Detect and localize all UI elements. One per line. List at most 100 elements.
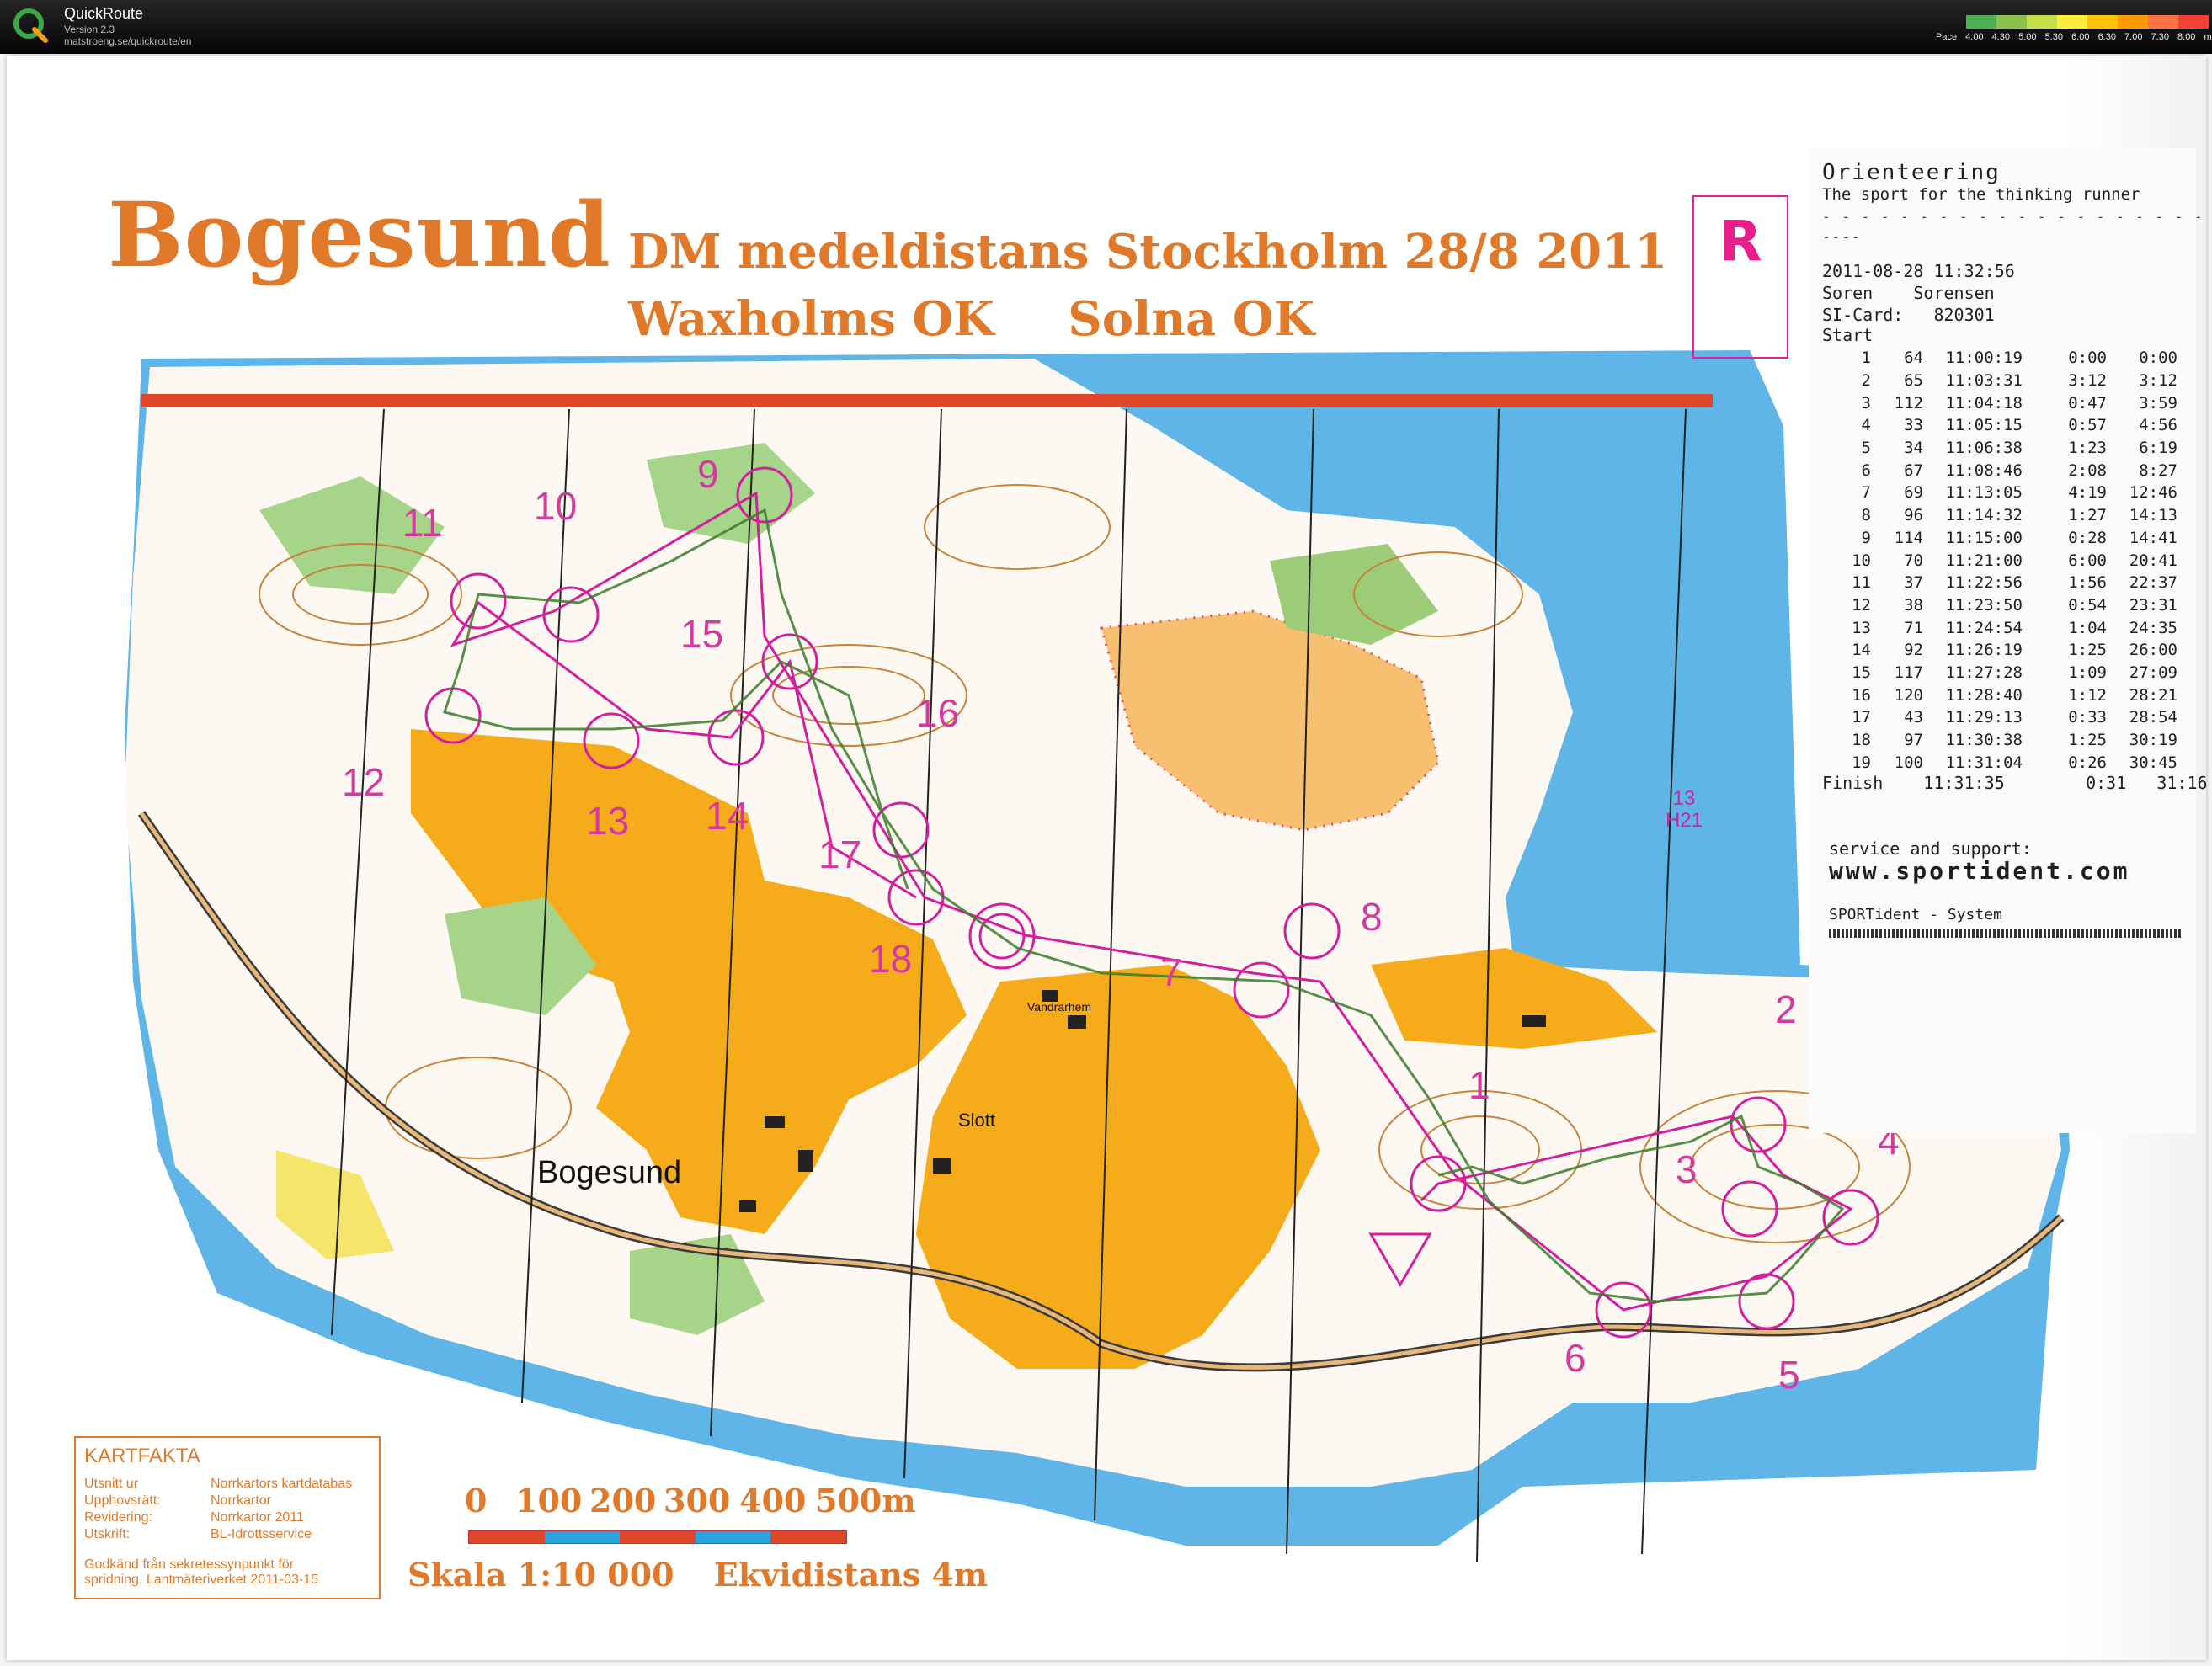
split-cell-split: 1:27	[2068, 506, 2107, 525]
split-cell-n: 13	[1852, 618, 1871, 637]
scale-label: 500m	[815, 1482, 916, 1520]
split-cell-code: 71	[1904, 618, 1923, 637]
split-cell-code: 37	[1904, 573, 1923, 593]
split-cell-n: 2	[1861, 371, 1871, 391]
split-cell-code: 65	[1904, 371, 1923, 391]
control-number: 3	[1676, 1147, 1698, 1191]
split-cell-code: 34	[1904, 439, 1923, 458]
pace-tick: 5.30	[2044, 32, 2064, 42]
title-underline	[141, 394, 1713, 407]
split-row: 2 65 11:03:31 3:12 3:12	[1822, 370, 2177, 392]
map-scale: Skala 1:10 000	[408, 1556, 674, 1594]
building	[798, 1150, 813, 1172]
split-cell-acc: 28:54	[2129, 708, 2177, 727]
club-name: Waxholms OK	[628, 291, 994, 347]
pace-color-block	[2148, 15, 2178, 29]
split-cell-code: 120	[1894, 685, 1923, 705]
split-cell-acc: 3:12	[2139, 371, 2177, 391]
split-row: 11 37 11:22:56 1:56 22:37	[1822, 572, 2177, 594]
split-cell-n: 4	[1861, 416, 1871, 435]
split-cell-time: 11:14:32	[1945, 506, 2023, 525]
pace-color-block	[2087, 15, 2118, 29]
control-number: 15	[680, 612, 724, 656]
organizing-clubs: Waxholms OK Solna OK	[628, 291, 1372, 347]
receipt-barcode	[1829, 929, 2183, 938]
control-number: 1	[1468, 1063, 1490, 1107]
control-number: 11	[402, 501, 443, 545]
split-cell-split: 1:56	[2068, 573, 2107, 593]
course-label: 13 H21	[1666, 788, 1703, 832]
receipt-start: Start	[1822, 325, 1874, 345]
pace-tick: 7.30	[2151, 32, 2169, 42]
split-cell-code: 114	[1894, 528, 1923, 547]
split-cell-split: 0:00	[2068, 349, 2107, 368]
split-cell-split: 0:57	[2068, 416, 2107, 435]
pace-tick: 8.00	[2177, 32, 2196, 42]
split-cell-split: 0:47	[2068, 393, 2107, 413]
split-cell-n: 16	[1852, 685, 1871, 705]
map-canvas[interactable]: Bogesund DM medeldistans Stockholm 28/8 …	[7, 56, 2212, 1660]
receipt-runner-name: Soren Sorensen	[1822, 283, 1995, 303]
split-cell-n: 6	[1861, 460, 1871, 480]
split-cell-time: 11:31:04	[1945, 753, 2023, 772]
map-facts-row: Upphovsrätt: Norrkartor	[84, 1493, 271, 1509]
split-cell-split: 1:04	[2068, 618, 2107, 637]
split-cell-split: 4:19	[2068, 483, 2107, 503]
split-cell-time: 11:21:00	[1945, 551, 2023, 570]
receipt-tagline: The sport for the thinking runner	[1822, 185, 2140, 204]
si-receipt: Orienteering The sport for the thinking …	[1809, 148, 2212, 1133]
building	[933, 1158, 951, 1174]
split-cell-code: 64	[1904, 349, 1923, 368]
control-number: 10	[534, 484, 578, 528]
scale-label: 200	[589, 1482, 657, 1520]
split-cell-acc: 20:41	[2129, 551, 2177, 570]
split-cell-n: 15	[1852, 663, 1871, 682]
scale-info: Skala 1:10 000 Ekvidistans 4m	[408, 1556, 1016, 1594]
split-cell-acc: 22:37	[2129, 573, 2177, 593]
split-cell-time: 11:00:19	[1945, 349, 2023, 368]
control-number: 17	[818, 833, 862, 876]
split-cell-time: 11:08:46	[1945, 460, 2023, 480]
pace-color-block	[1996, 15, 2027, 29]
split-cell-acc: 27:09	[2129, 663, 2177, 682]
control-number: 18	[869, 937, 913, 981]
split-row: 7 69 11:13:05 4:19 12:46	[1822, 482, 2177, 504]
split-cell-split: 1:25	[2068, 641, 2107, 660]
split-cell-acc: 23:31	[2129, 595, 2177, 615]
split-cell-n: 11	[1852, 573, 1871, 593]
split-row: 16 120 11:28:40 1:12 28:21	[1822, 684, 2177, 706]
split-cell-time: 11:30:38	[1945, 731, 2023, 750]
split-cell-code: 112	[1894, 393, 1923, 413]
pace-tick: 6.00	[2071, 32, 2090, 42]
course-letter-box: R	[1692, 195, 1788, 359]
split-cell-n: 9	[1861, 528, 1871, 547]
split-cell-code: 100	[1894, 753, 1923, 772]
split-cell-acc: 28:21	[2129, 685, 2177, 705]
split-cell-code: 92	[1904, 641, 1923, 660]
split-cell-acc: 24:35	[2129, 618, 2177, 637]
pace-tick: 4.30	[1991, 32, 2011, 42]
split-cell-n: 14	[1852, 641, 1871, 660]
control-number: 14	[706, 794, 749, 838]
map-facts-title: KARTFAKTA	[84, 1445, 200, 1467]
map-facts-note-line: Godkänd från sekretessynpunkt för	[84, 1557, 295, 1572]
split-cell-acc: 6:19	[2139, 439, 2177, 458]
split-row: 19 100 11:31:04 0:26 30:45	[1822, 751, 2177, 774]
map-facts-key: Utskrift:	[84, 1527, 131, 1541]
place-name-slott: Slott	[958, 1110, 996, 1131]
pace-tick: 4.00	[1965, 32, 1984, 42]
pace-color-block	[2118, 15, 2148, 29]
map-facts-box: KARTFAKTA Utsnitt ur Norrkartors kartdata…	[74, 1436, 381, 1599]
club-name: Solna OK	[1068, 291, 1315, 347]
map-facts-row: Utskrift: BL-Idrottsservice	[84, 1527, 312, 1542]
building	[1522, 1015, 1546, 1027]
map-facts-key: Utsnitt ur	[84, 1477, 139, 1491]
split-row: 18 97 11:30:38 1:25 30:19	[1822, 729, 2177, 752]
receipt-support: service and support:	[1829, 838, 2032, 859]
pace-tick: 6.30	[2097, 32, 2116, 42]
control-number: 16	[916, 691, 960, 735]
split-cell-code: 96	[1904, 506, 1923, 525]
split-cell-n: 8	[1861, 506, 1871, 525]
control-number: 7	[1160, 950, 1182, 994]
place-name-bogesund: Bogesund	[537, 1155, 682, 1190]
